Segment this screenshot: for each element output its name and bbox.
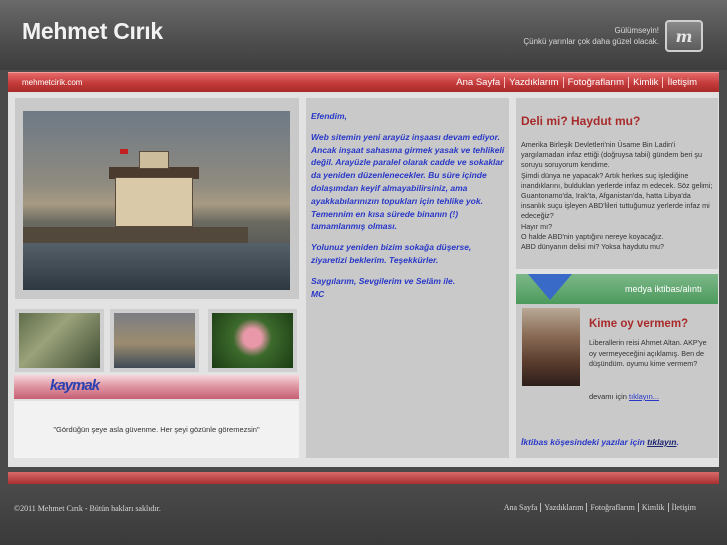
welcome-greeting: Efendim, <box>311 111 347 121</box>
tagline: Gülümseyin! Çünkü yarınlar çok daha güze… <box>523 25 659 47</box>
footer-link-photos[interactable]: Fotoğraflarım <box>586 503 637 512</box>
media-quote-title[interactable]: Kime oy vermem? <box>589 318 688 330</box>
thumbnail-pavilion[interactable] <box>110 309 199 372</box>
article-line: ABD dünyanın delisi mi? Yoksa haydutu mu… <box>521 242 665 252</box>
pavilion-tower <box>139 151 169 169</box>
article-line: O halde ABD'nin yaptığını nereye koyacağ… <box>521 231 664 241</box>
article-line: Hayır mı? <box>521 221 553 231</box>
read-more-prefix: devamı için <box>589 392 627 401</box>
thumbnail-image <box>114 313 195 368</box>
nav-link-photos[interactable]: Fotoğraflarım <box>562 77 629 88</box>
article-panel: Deli mi? Haydut mu? Amerika Birleşik Dev… <box>516 98 718 269</box>
media-quote-label: medya iktibas/alıntı <box>624 284 702 294</box>
main-photo-pavilion[interactable] <box>23 111 290 290</box>
main-content: kaymak "Gördüğün şeye asla güvenme. Her … <box>8 92 719 467</box>
pavilion-building <box>115 177 193 227</box>
nav-link-identity[interactable]: Kimlik <box>628 77 662 88</box>
copyright: ©2011 Mehmet Cırık - Bütün hakları saklı… <box>14 504 161 513</box>
media-quote-footer: İktibas köşesindeki yazılar için tıklayı… <box>521 437 679 447</box>
site-logo[interactable]: m <box>665 20 703 52</box>
media-quote-footer-suffix: . <box>676 437 679 447</box>
thumbnail-image <box>19 313 100 368</box>
thumbnail-tulip[interactable] <box>208 309 297 372</box>
arrow-down-icon <box>528 274 572 300</box>
welcome-signoff: Saygılarım, Sevgilerim ve Selâm ile. <box>311 275 456 286</box>
read-more-link[interactable]: tıklayın... <box>629 392 659 401</box>
nav-link-writings[interactable]: Yazdıklarım <box>504 77 562 88</box>
media-quote-footer-link[interactable]: tıklayın <box>647 437 676 447</box>
article-line: Şimdi dünya ne yapacak? Artık herkes suç… <box>521 170 713 221</box>
read-more: devamı için tıklayın... <box>589 392 659 401</box>
tagline-line-2: Çünkü yarınlar çok daha güzel olacak. <box>523 37 659 46</box>
nav-site-url[interactable]: mehmetcirik.com <box>22 78 82 87</box>
welcome-initials: MC <box>311 288 325 299</box>
nav-link-contact[interactable]: İletişim <box>662 77 701 88</box>
nav-link-home[interactable]: Ana Sayfa <box>452 77 504 88</box>
top-navbar: mehmetcirik.com Ana Sayfa Yazdıklarım Fo… <box>8 72 719 92</box>
welcome-paragraph-2: Yolunuz yeniden bizim sokağa düşerse, zi… <box>311 242 472 265</box>
kaymak-logo: kaymak <box>50 377 100 394</box>
footer-link-contact[interactable]: İletişim <box>667 503 699 512</box>
welcome-panel: Efendim, Web sitemin yeni arayüz inşaası… <box>306 98 509 458</box>
bottom-stripe <box>8 472 719 484</box>
footer-link-writings[interactable]: Yazdıklarım <box>540 503 586 512</box>
author-portrait <box>522 308 580 386</box>
media-quote-text: Liberallerin reisi Ahmet Altan. AKP'ye o… <box>589 338 707 368</box>
flag-icon <box>120 149 128 154</box>
media-quote-banner: medya iktibas/alıntı <box>516 274 718 304</box>
media-quote-panel: Kime oy vermem? Liberallerin reisi Ahmet… <box>516 304 718 458</box>
site-title[interactable]: Mehmet Cırık <box>22 18 163 45</box>
article-title[interactable]: Deli mi? Haydut mu? <box>521 114 640 128</box>
site-header: Mehmet Cırık Gülümseyin! Çünkü yarınlar … <box>0 0 727 70</box>
welcome-paragraph-1: Web sitemin yeni arayüz inşaası devam ed… <box>311 131 505 232</box>
footer-links: Ana Sayfa Yazdıklarım Fotoğraflarım Kiml… <box>501 503 699 512</box>
pier <box>23 227 248 243</box>
kaymak-banner[interactable]: kaymak <box>14 375 299 399</box>
site-footer: ©2011 Mehmet Cırık - Bütün hakları saklı… <box>0 486 727 545</box>
footer-link-identity[interactable]: Kimlik <box>637 503 668 512</box>
nav-links: Ana Sayfa Yazdıklarım Fotoğraflarım Kiml… <box>452 77 701 88</box>
logo-glyph: m <box>675 26 693 46</box>
water <box>23 243 290 290</box>
thumbnail-trees[interactable] <box>15 309 104 372</box>
article-line: Amerika Birleşik Devletleri'nin Üsame Bi… <box>521 140 702 170</box>
article-body: Amerika Birleşik Devletleri'nin Üsame Bi… <box>521 140 713 252</box>
media-quote-footer-prefix: İktibas köşesindeki yazılar için <box>521 437 645 447</box>
footer-link-home[interactable]: Ana Sayfa <box>501 503 541 512</box>
quote-text: "Gördüğün şeye asla güvenme. Her şeyi gö… <box>53 425 260 434</box>
thumbnail-image <box>212 313 293 368</box>
welcome-text: Efendim, Web sitemin yeni arayüz inşaası… <box>311 110 506 308</box>
quote-box: "Gördüğün şeye asla güvenme. Her şeyi gö… <box>14 401 299 458</box>
tagline-line-1: Gülümseyin! <box>614 26 659 35</box>
